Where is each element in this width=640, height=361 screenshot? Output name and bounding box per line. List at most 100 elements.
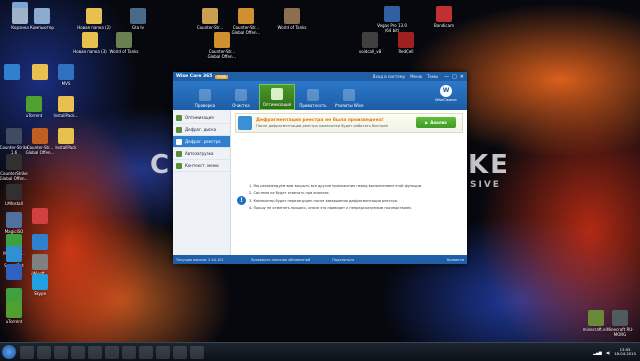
analyze-button[interactable]: ▶ Анализ (416, 117, 456, 128)
desktop-shortcut[interactable]: uTorrent (0, 302, 32, 324)
start-button[interactable] (2, 345, 16, 359)
desktop-shortcut[interactable]: Новая папка (3) (72, 32, 108, 54)
tab-tools[interactable]: Утилиты Wise (331, 82, 367, 110)
taskbar-app-cmd-icon[interactable] (71, 345, 85, 359)
menu-themes[interactable]: Темы (427, 74, 438, 79)
minimize-icon[interactable]: — (444, 74, 449, 80)
tab-clean[interactable]: Очистка (223, 82, 259, 110)
shortcut-label: RedCell (398, 49, 414, 54)
shortcut-icon (6, 302, 22, 318)
desktop-shortcut[interactable]: Bandicam (426, 6, 462, 28)
maximize-icon[interactable]: □ (452, 74, 457, 80)
tab-check[interactable]: Проверка (187, 82, 223, 110)
shortcut-icon (58, 64, 74, 80)
sidebar-item-label: Автозагрузка (185, 151, 214, 156)
info-line: 3. Компьютер будет перезапущен после зав… (249, 198, 399, 203)
check-icon (199, 89, 211, 101)
system-tray: ▂▄▆ ◀) 13:55 18.04.2015 (593, 347, 640, 357)
sidebar-item-context-menu[interactable]: Контекст. меню (173, 160, 230, 172)
optimization-icon (176, 114, 182, 121)
desktop-shortcut[interactable]: Vegas Pro 13.0 (64 bit) (374, 6, 410, 33)
shortcut-icon (6, 212, 22, 228)
tab-optimize-label: Оптимизация (262, 102, 292, 107)
registry-notice: Дефрагментация реестра не была произведе… (235, 113, 463, 133)
desktop-shortcut[interactable]: uTorrent (16, 96, 52, 118)
shortcut-icon (130, 8, 146, 24)
shortcut-label: CounterStrike Global Offen... (0, 171, 29, 181)
menu-main[interactable]: Меню (410, 74, 422, 79)
desktop-shortcut[interactable]: Новая папка (2) (76, 8, 112, 30)
taskbar-app-steam-icon[interactable] (122, 345, 136, 359)
tab-privacy[interactable]: Приватность (295, 82, 331, 110)
shortcut-label: Counter-Str... (196, 25, 224, 30)
logo-text: WiseCleaner (435, 98, 457, 102)
analyze-button-label: Анализ (430, 120, 447, 125)
desktop-shortcut[interactable]: voidcall_v8 (352, 32, 388, 54)
desktop-shortcut[interactable]: Counter-Str... Global Offen... (228, 8, 264, 35)
desktop-shortcut[interactable]: MVS (48, 64, 84, 86)
desktop-shortcut[interactable]: Minecraft RU-MORG (602, 310, 638, 337)
shortcut-icon (6, 184, 22, 200)
desktop-shortcut[interactable] (0, 264, 32, 281)
desktop-shortcut[interactable]: CounterStrike Global Offen... (0, 154, 32, 181)
check-updates-link[interactable]: Проверить наличие обновлений (251, 258, 311, 262)
desktop-shortcut[interactable] (22, 234, 58, 251)
optimize-icon (271, 88, 283, 100)
taskbar-app-explorer-icon[interactable] (20, 345, 34, 359)
taskbar-app-unknown-icon[interactable] (88, 345, 102, 359)
desktop-shortcut[interactable]: LMInstall (0, 184, 32, 206)
desktop-shortcut[interactable]: RedCell (388, 32, 424, 54)
network-icon[interactable]: ▂▄▆ (593, 350, 602, 355)
shortcut-label: voidcall_v8 (358, 49, 382, 54)
desktop-shortcut[interactable]: Counter-Str... (192, 8, 228, 30)
desktop-shortcut[interactable]: Gta Iv (120, 8, 156, 30)
broom-icon (235, 89, 247, 101)
info-icon: ! (237, 196, 246, 205)
context-menu-icon (176, 162, 182, 169)
sidebar-item-registry-defrag[interactable]: Дефраг. реестра (173, 136, 230, 148)
desktop-shortcut[interactable]: InstallPack (48, 128, 84, 150)
desktop-shortcut[interactable]: World of Tanks (106, 32, 142, 54)
notice-subtitle: После дефрагментации реестра компьютер б… (256, 124, 388, 128)
shortcut-icon (612, 310, 628, 326)
info-line: 4. Прошу не отменять процесс, иначе это … (249, 206, 412, 211)
shortcut-label: Новая папка (3) (73, 49, 107, 54)
sidebar-item-optimization[interactable]: Оптимизация (173, 112, 230, 124)
desktop-shortcut[interactable]: World of Tanks (274, 8, 310, 30)
info-line: 2. Система не будет отвечать при анализе… (249, 191, 330, 196)
title-bar[interactable]: Wise Care 365 FREE Вход в систему Меню Т… (173, 72, 467, 81)
tab-optimize[interactable]: Оптимизация (259, 84, 295, 110)
like-link[interactable]: Нравится (447, 258, 464, 262)
window-body: Оптимизация Дефраг. диска Дефраг. реестр… (173, 110, 467, 255)
desktop-shortcut[interactable] (22, 208, 58, 225)
free-badge: FREE (215, 74, 229, 79)
taskbar-app-chrome-icon[interactable] (37, 345, 51, 359)
menu-login[interactable]: Вход в систему (373, 74, 405, 79)
desktop-shortcut[interactable]: Counter-Str... Global Offen... (204, 32, 240, 59)
close-icon[interactable]: ✕ (460, 74, 464, 80)
notice-title: Дефрагментация реестра не была произведе… (256, 118, 384, 123)
desktop-shortcut[interactable]: InstallPack... (48, 96, 84, 118)
clock[interactable]: 13:55 18.04.2015 (614, 347, 636, 357)
wisecleaner-logo[interactable]: W WiseCleaner (433, 85, 459, 102)
tab-privacy-label: Приватность (299, 103, 327, 108)
taskbar-app-media-icon[interactable] (54, 345, 68, 359)
taskbar-app-app-icon[interactable] (190, 345, 204, 359)
sidebar-item-startup[interactable]: Автозагрузка (173, 148, 230, 160)
shortcut-icon (86, 8, 102, 24)
taskbar-app-app-icon[interactable] (173, 345, 187, 359)
shortcut-icon (32, 274, 48, 290)
disk-icon (176, 126, 182, 133)
shortcut-label: InstallPack... (53, 113, 79, 118)
volume-icon[interactable]: ◀) (606, 350, 610, 355)
taskbar-app-skype-icon[interactable] (105, 345, 119, 359)
taskbar-app-app-icon[interactable] (156, 345, 170, 359)
tab-clean-label: Очистка (232, 103, 250, 108)
sidebar-item-disk-defrag[interactable]: Дефраг. диска (173, 124, 230, 136)
desktop-shortcut[interactable]: Компьютер (24, 8, 60, 30)
status-bar: Текущая версия: 2.44.101 Проверить налич… (173, 255, 467, 264)
share-link[interactable]: Поделиться (332, 258, 354, 262)
sidebar-item-label: Оптимизация (185, 115, 214, 120)
taskbar-app-app-icon[interactable] (139, 345, 153, 359)
shield-icon (307, 89, 319, 101)
